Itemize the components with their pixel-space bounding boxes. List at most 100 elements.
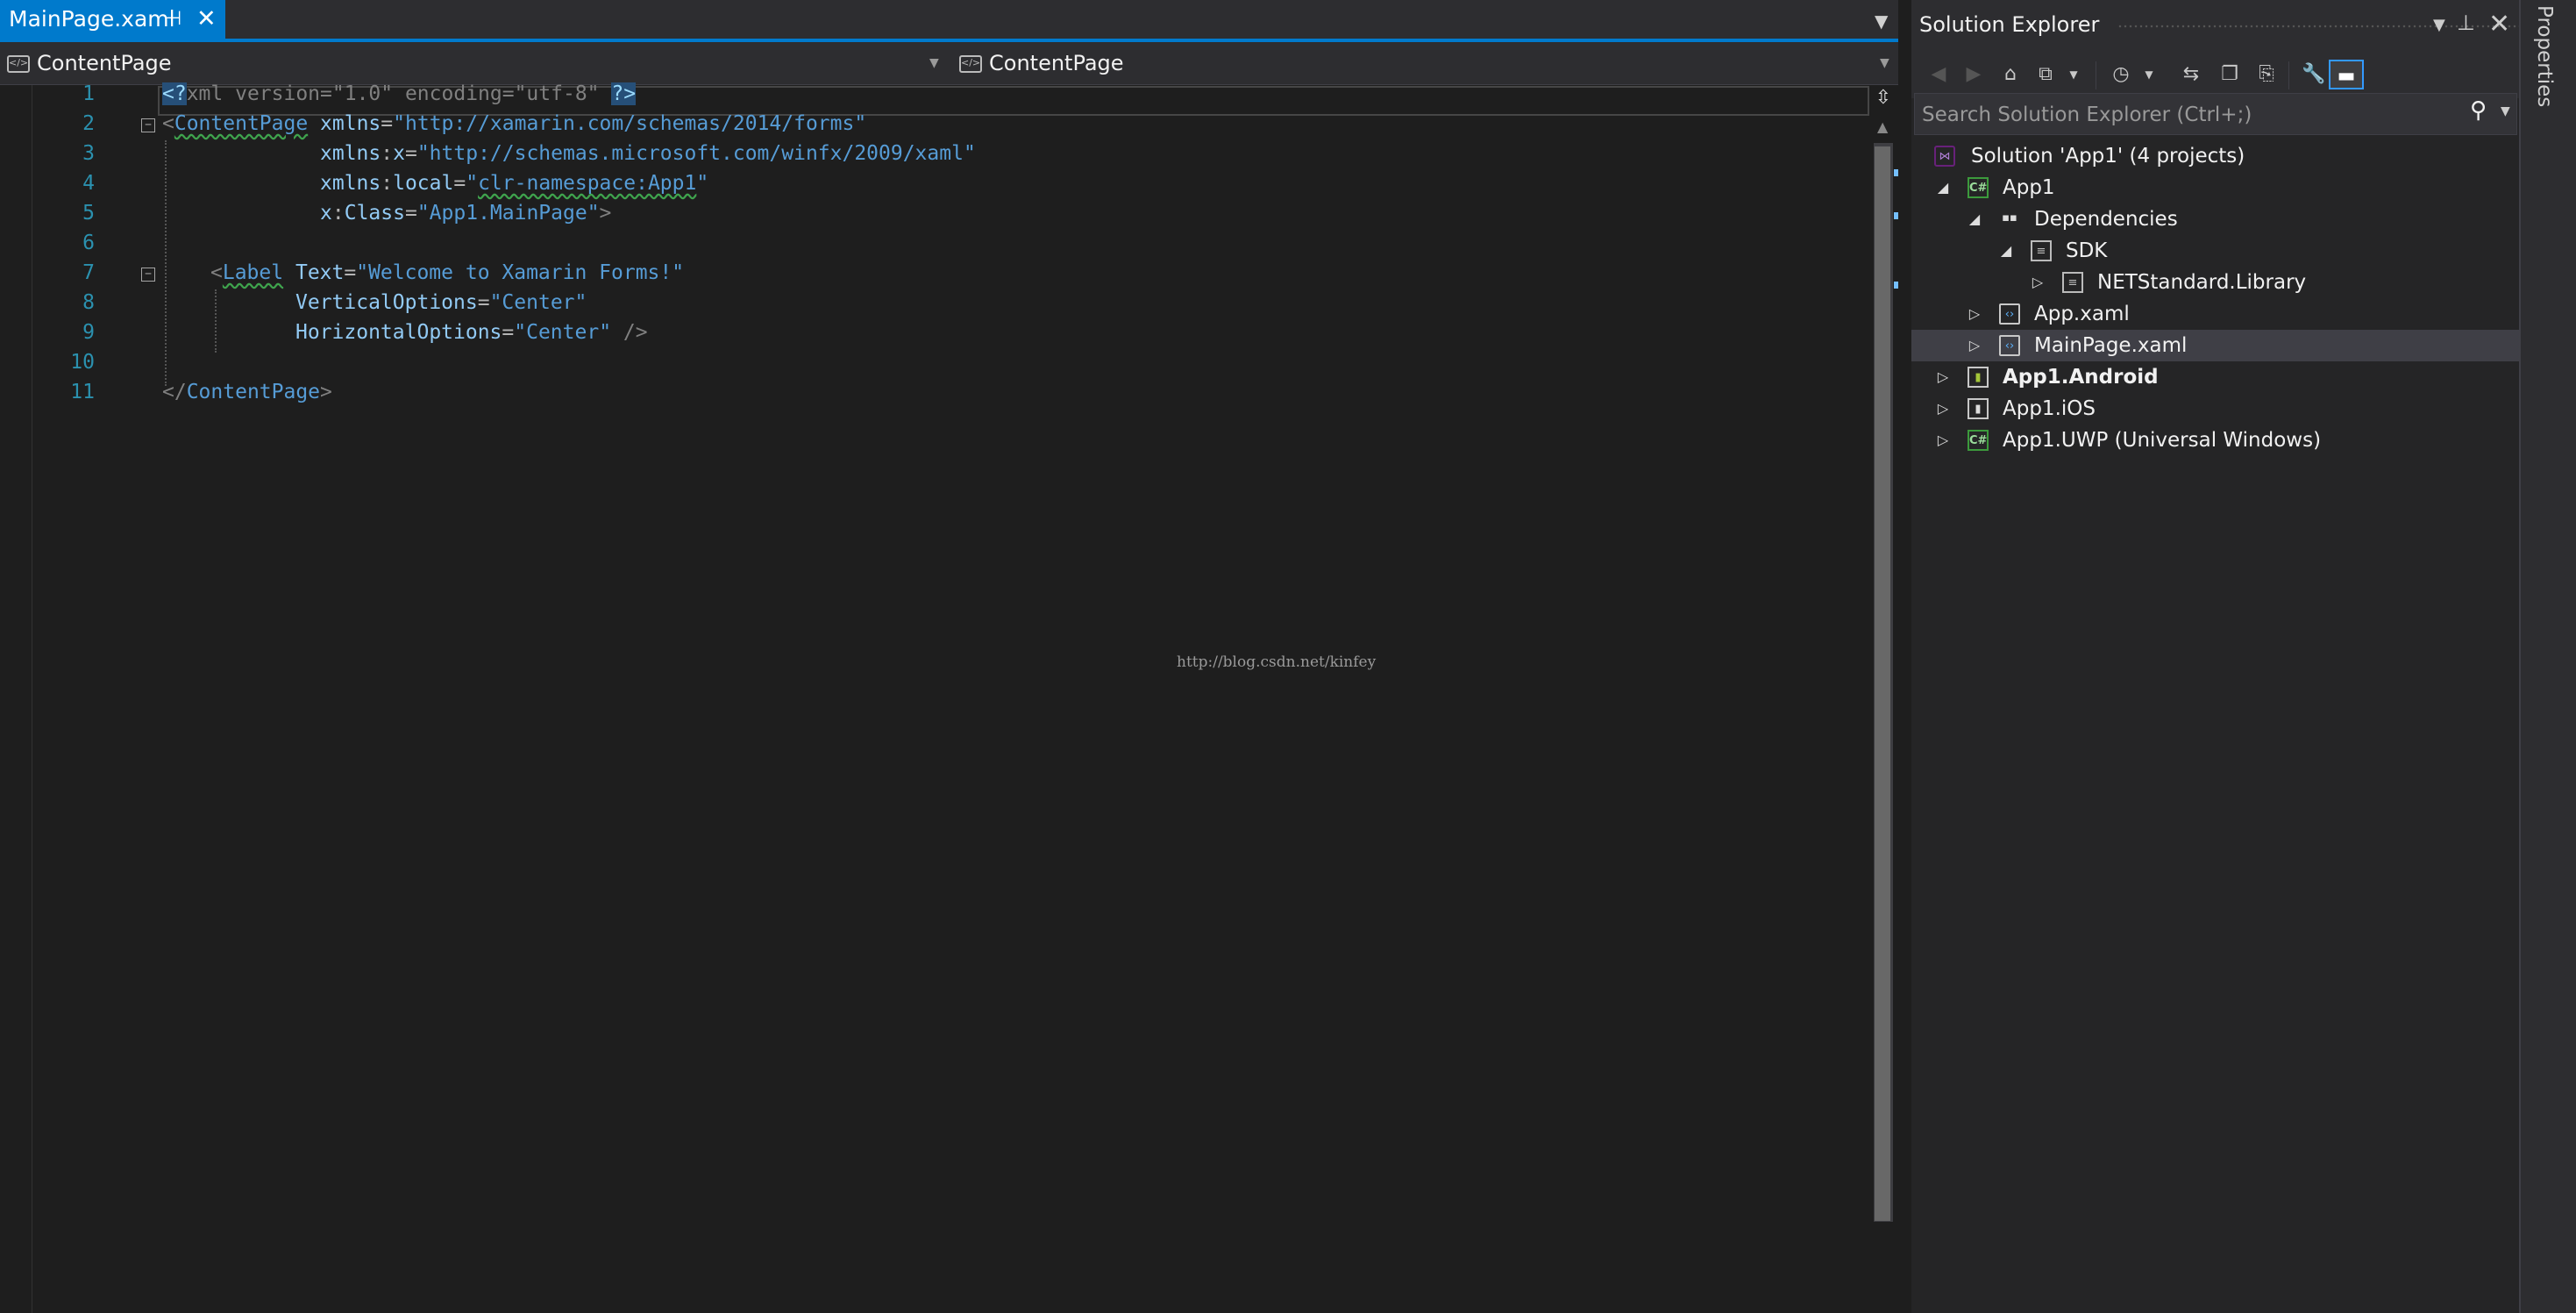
code-line-7: <Label Text="Welcome to Xamarin Forms!" xyxy=(210,261,685,284)
tree-item-app1-ios[interactable]: ▷ ▮ App1.iOS xyxy=(1911,393,2519,425)
indent-guide xyxy=(215,289,217,353)
editor-vertical-scrollbar[interactable]: ⇳ ▲ xyxy=(1870,85,1898,1313)
tree-item-app-xaml[interactable]: ▷ ‹› App.xaml xyxy=(1911,298,2519,330)
code-line-9: HorizontalOptions="Center" /> xyxy=(295,321,648,344)
collapsed-arrow-icon[interactable]: ▷ xyxy=(1934,425,1952,456)
tree-item-label: NETStandard.Library xyxy=(2097,271,2307,294)
csharp-project-icon: C# xyxy=(1968,430,1989,451)
code-line-1: <?xml version="1.0" encoding="utf-8" ?> xyxy=(162,82,637,105)
tab-mainpage-xaml[interactable]: MainPage.xaml ⊣ ✕ xyxy=(0,0,225,39)
code-line-11: </ContentPage> xyxy=(162,381,332,403)
close-tab-icon[interactable]: ✕ xyxy=(196,0,217,39)
line-number: 11 xyxy=(70,381,95,403)
solution-explorer-search[interactable]: ⚲ ▼ xyxy=(1914,93,2517,135)
line-number: 6 xyxy=(82,232,95,254)
pin-tab-icon[interactable]: ⊣ xyxy=(165,0,181,39)
close-panel-icon[interactable]: ✕ xyxy=(2488,9,2510,39)
line-number: 10 xyxy=(70,351,95,374)
forward-icon[interactable]: ▶ xyxy=(1959,60,1989,89)
collapse-all-icon[interactable]: ❐ xyxy=(2215,60,2245,89)
tree-item-app1[interactable]: ◢ C# App1 xyxy=(1911,172,2519,203)
scroll-marker xyxy=(1894,212,1898,219)
line-number: 4 xyxy=(82,172,95,195)
sdk-icon: ≡ xyxy=(2031,240,2052,261)
solution-icon: ⋈ xyxy=(1934,146,1955,167)
tree-item-sdk[interactable]: ◢ ≡ SDK xyxy=(1911,235,2519,267)
line-number: 2 xyxy=(82,112,95,135)
preview-selected-items-icon[interactable]: ▬ xyxy=(2329,60,2364,89)
chevron-down-icon: ▼ xyxy=(929,56,939,70)
scroll-marker xyxy=(1894,282,1898,289)
solution-explorer-toolbar: ◀ ▶ ⌂ ⧉ ▼ ◷ ▼ ⇆ ❐ ⎘ 🔧 ▬ xyxy=(1911,53,2519,98)
solution-explorer-titlebar: Solution Explorer ▼ ⊥ ✕ xyxy=(1911,0,2576,53)
collapsed-arrow-icon[interactable]: ▷ xyxy=(2029,267,2046,298)
switch-views-icon[interactable]: ⧉ xyxy=(2031,60,2060,89)
expanded-arrow-icon[interactable]: ◢ xyxy=(1966,203,1983,235)
back-icon[interactable]: ◀ xyxy=(1924,60,1953,89)
xaml-file-icon: ‹› xyxy=(1999,303,2020,325)
chevron-down-icon: ▼ xyxy=(1880,56,1889,70)
split-window-icon[interactable]: ⇳ xyxy=(1872,87,1895,110)
tree-item-label: Dependencies xyxy=(2034,208,2178,231)
line-number: 3 xyxy=(82,142,95,165)
search-options-dropdown-icon[interactable]: ▼ xyxy=(2501,104,2510,118)
solution-explorer-title: Solution Explorer xyxy=(1919,12,2100,37)
tree-item-label: App1.UWP (Universal Windows) xyxy=(2003,429,2322,452)
tree-item-label: App1.iOS xyxy=(2003,397,2096,420)
collapsed-arrow-icon[interactable]: ▷ xyxy=(1966,330,1983,361)
auto-hide-pin-icon[interactable]: ⊥ xyxy=(2457,11,2475,35)
expanded-arrow-icon[interactable]: ◢ xyxy=(1997,235,2015,267)
collapse-region-icon[interactable]: − xyxy=(141,118,155,132)
csharp-project-icon: C# xyxy=(1968,177,1989,198)
indent-guide xyxy=(165,140,167,386)
window-position-dropdown-icon[interactable]: ▼ xyxy=(2433,16,2445,34)
sync-with-active-document-icon[interactable]: ⇆ xyxy=(2176,60,2206,89)
scroll-marker xyxy=(1894,169,1898,176)
collapsed-arrow-icon[interactable]: ▷ xyxy=(1934,393,1952,425)
tree-item-netstandard[interactable]: ▷ ≡ NETStandard.Library xyxy=(1911,267,2519,298)
xml-element-icon: </> xyxy=(959,55,982,73)
home-icon[interactable]: ⌂ xyxy=(1996,60,2025,89)
collapsed-arrow-icon[interactable]: ▷ xyxy=(1934,361,1952,393)
chevron-down-icon[interactable]: ▼ xyxy=(2134,60,2164,89)
collapsed-arrow-icon[interactable]: ▷ xyxy=(1966,298,1983,330)
line-number: 5 xyxy=(82,202,95,225)
package-icon: ≡ xyxy=(2062,272,2083,293)
tree-item-label: App1.Android xyxy=(2003,366,2159,389)
tree-item-label: Solution 'App1' (4 projects) xyxy=(1971,145,2245,168)
chevron-down-icon[interactable]: ▼ xyxy=(2059,60,2089,89)
code-line-8: VerticalOptions="Center" xyxy=(295,291,587,314)
solution-tree: ⋈ Solution 'App1' (4 projects) ◢ C# App1… xyxy=(1911,140,2519,456)
properties-wrench-icon[interactable]: 🔧 xyxy=(2299,60,2329,89)
collapse-region-icon[interactable]: − xyxy=(141,268,155,282)
code-line-3: xmlns:x="http://schemas.microsoft.com/wi… xyxy=(320,142,976,165)
tree-item-app1-android[interactable]: ▷ ▮ App1.Android xyxy=(1911,361,2519,393)
member-dropdown[interactable]: </> ContentPage ▼ xyxy=(959,47,1889,79)
tree-item-mainpage-xaml[interactable]: ▷ ‹› MainPage.xaml xyxy=(1911,330,2519,361)
watermark-text: http://blog.csdn.net/kinfey xyxy=(1177,653,1377,671)
scroll-thumb[interactable] xyxy=(1875,146,1890,1221)
tab-overflow-dropdown-icon[interactable]: ▼ xyxy=(1875,11,1888,32)
search-input[interactable] xyxy=(1920,99,2450,131)
tree-item-label: App1 xyxy=(2003,176,2055,199)
xaml-file-icon: ‹› xyxy=(1999,335,2020,356)
tree-item-label: MainPage.xaml xyxy=(2034,334,2188,357)
tree-item-solution[interactable]: ⋈ Solution 'App1' (4 projects) xyxy=(1911,140,2519,172)
document-tab-strip xyxy=(0,0,1898,42)
tree-item-app1-uwp[interactable]: ▷ C# App1.UWP (Universal Windows) xyxy=(1911,425,2519,456)
show-all-files-icon[interactable]: ⎘ xyxy=(2252,60,2281,89)
indicator-margin xyxy=(0,85,32,1313)
tree-item-dependencies[interactable]: ◢ ▪▪ Dependencies xyxy=(1911,203,2519,235)
search-icon[interactable]: ⚲ xyxy=(2470,97,2487,124)
xml-element-icon: </> xyxy=(7,55,30,73)
line-number: 9 xyxy=(82,321,95,344)
member-dropdown-label: ContentPage xyxy=(989,51,1124,75)
type-dropdown[interactable]: </> ContentPage ▼ xyxy=(7,47,945,79)
code-line-2: <ContentPage xmlns="http://xamarin.com/s… xyxy=(162,112,867,135)
expanded-arrow-icon[interactable]: ◢ xyxy=(1934,172,1952,203)
tab-title: MainPage.xaml xyxy=(9,6,175,32)
pending-changes-filter-icon[interactable]: ◷ xyxy=(2106,60,2136,89)
android-project-icon: ▮ xyxy=(1968,367,1989,388)
properties-side-tab[interactable]: Properties xyxy=(2521,0,2576,1313)
scroll-up-icon[interactable]: ▲ xyxy=(1877,118,1888,135)
